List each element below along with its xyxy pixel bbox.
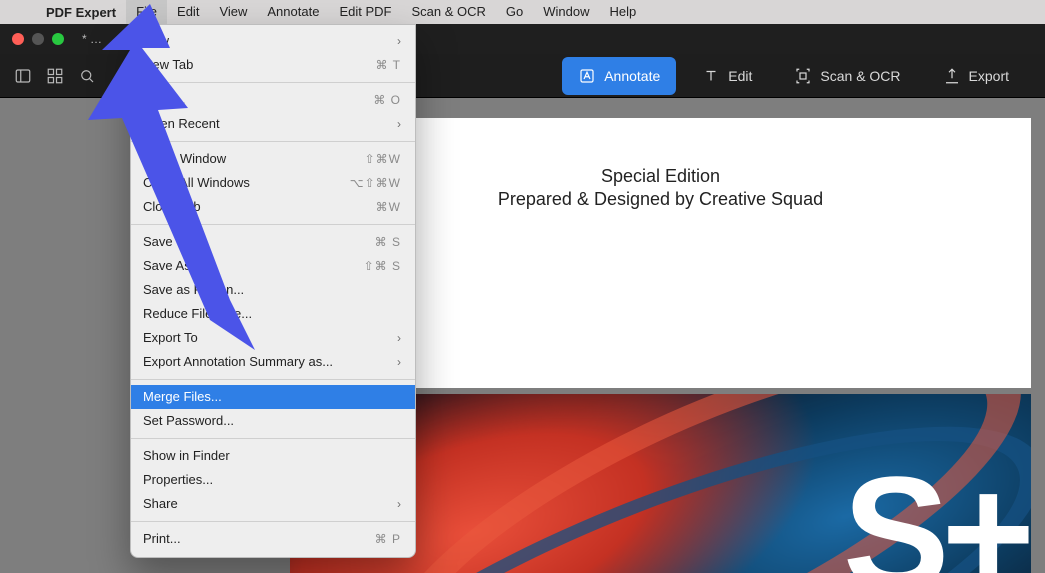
menu-edit[interactable]: Edit — [167, 0, 209, 24]
menu-item-label: Reduce File Size... — [143, 305, 252, 323]
menu-item-label: Print... — [143, 530, 181, 548]
menu-item-shortcut: ⇧⌘W — [365, 150, 401, 168]
menu-item-shortcut: ⌘ S — [375, 233, 401, 251]
search-icon[interactable] — [78, 67, 96, 85]
menu-item-export-annotation-summary-as[interactable]: Export Annotation Summary as... › — [131, 350, 415, 374]
menu-scan-ocr[interactable]: Scan & OCR — [401, 0, 495, 24]
zoom-window-icon[interactable] — [52, 33, 64, 45]
menu-item-label: Set Password... — [143, 412, 234, 430]
export-button[interactable]: Export — [927, 57, 1025, 95]
menu-window[interactable]: Window — [533, 0, 599, 24]
menu-item-label: Save as Flatten... — [143, 281, 244, 299]
thumbnails-icon[interactable] — [46, 67, 64, 85]
menu-item-label: New — [143, 32, 169, 50]
menu-edit-pdf[interactable]: Edit PDF — [329, 0, 401, 24]
menu-item-shortcut: ⌘ P — [375, 530, 401, 548]
minimize-window-icon[interactable] — [32, 33, 44, 45]
page-text-line-2: Prepared & Designed by Creative Squad — [498, 189, 823, 210]
menu-item-save-as[interactable]: Save As... ⇧⌘ S — [131, 254, 415, 278]
menu-item-new-tab[interactable]: New Tab ⌘ T — [131, 53, 415, 77]
menu-item-label: Close Window — [143, 150, 226, 168]
menu-item-shortcut: ⌥⇧⌘W — [350, 174, 401, 192]
sidebar-toggle-icon[interactable] — [14, 67, 32, 85]
menu-item-label: Export To — [143, 329, 198, 347]
menu-item-label: Properties... — [143, 471, 213, 489]
menu-item-shortcut: ⌘W — [376, 198, 401, 216]
menu-file[interactable]: File — [126, 0, 167, 24]
menu-item-export-to[interactable]: Export To › — [131, 326, 415, 350]
mode-scan-ocr-button[interactable]: Scan & OCR — [778, 57, 916, 95]
chevron-right-icon: › — [397, 353, 401, 371]
document-tab[interactable]: * … — [82, 32, 102, 46]
mode-scan-ocr-label: Scan & OCR — [820, 68, 900, 84]
menu-go[interactable]: Go — [496, 0, 533, 24]
menu-item-label: Share — [143, 495, 178, 513]
menu-item-open[interactable]: Open... ⌘ O — [131, 88, 415, 112]
menu-help[interactable]: Help — [599, 0, 646, 24]
menu-item-share[interactable]: Share › — [131, 492, 415, 516]
chevron-right-icon: › — [397, 115, 401, 133]
mode-annotate-button[interactable]: Annotate — [562, 57, 676, 95]
menu-item-label: Save As... — [143, 257, 202, 275]
export-label: Export — [969, 68, 1009, 84]
chevron-right-icon: › — [397, 329, 401, 347]
menu-item-merge-files[interactable]: Merge Files... — [131, 385, 415, 409]
mode-edit-label: Edit — [728, 68, 752, 84]
menu-item-shortcut: ⌘ O — [373, 91, 401, 109]
menu-item-label: Close Tab — [143, 198, 201, 216]
menu-item-open-recent[interactable]: Open Recent › — [131, 112, 415, 136]
menu-item-properties[interactable]: Properties... — [131, 468, 415, 492]
menu-item-label: Merge Files... — [143, 388, 222, 406]
menu-item-close-tab[interactable]: Close Tab ⌘W — [131, 195, 415, 219]
tab-title: * … — [82, 32, 102, 46]
menu-item-label: Open... — [143, 91, 186, 109]
window-controls — [0, 33, 64, 45]
menu-item-label: Export Annotation Summary as... — [143, 353, 333, 371]
menu-item-shortcut: ⇧⌘ S — [364, 257, 401, 275]
file-menu-dropdown: New › New Tab ⌘ T Open... ⌘ O Open Recent › Clos… — [130, 24, 416, 558]
close-window-icon[interactable] — [12, 33, 24, 45]
mode-annotate-label: Annotate — [604, 68, 660, 84]
system-menubar: PDF Expert File Edit View Annotate Edit … — [0, 0, 1045, 24]
menu-item-label: Open Recent — [143, 115, 220, 133]
menu-item-close-all-windows[interactable]: Close All Windows ⌥⇧⌘W — [131, 171, 415, 195]
menu-item-label: Save — [143, 233, 173, 251]
chevron-right-icon: › — [397, 32, 401, 50]
menu-item-show-in-finder[interactable]: Show in Finder — [131, 444, 415, 468]
menu-item-set-password[interactable]: Set Password... — [131, 409, 415, 433]
menu-item-save[interactable]: Save ⌘ S — [131, 230, 415, 254]
menu-item-label: New Tab — [143, 56, 193, 74]
menu-item-print[interactable]: Print... ⌘ P — [131, 527, 415, 551]
menu-item-shortcut: ⌘ T — [376, 56, 401, 74]
mode-edit-button[interactable]: Edit — [686, 57, 768, 95]
chevron-right-icon: › — [397, 495, 401, 513]
menu-annotate[interactable]: Annotate — [257, 0, 329, 24]
menu-item-reduce-file-size[interactable]: Reduce File Size... — [131, 302, 415, 326]
menu-item-label: Show in Finder — [143, 447, 230, 465]
menu-item-label: Close All Windows — [143, 174, 250, 192]
app-name[interactable]: PDF Expert — [36, 5, 126, 20]
menu-view[interactable]: View — [209, 0, 257, 24]
menu-item-new[interactable]: New › — [131, 29, 415, 53]
menu-item-save-as-flatten[interactable]: Save as Flatten... — [131, 278, 415, 302]
menu-item-close-window[interactable]: Close Window ⇧⌘W — [131, 147, 415, 171]
page-text-line-1: Special Edition — [601, 166, 720, 187]
